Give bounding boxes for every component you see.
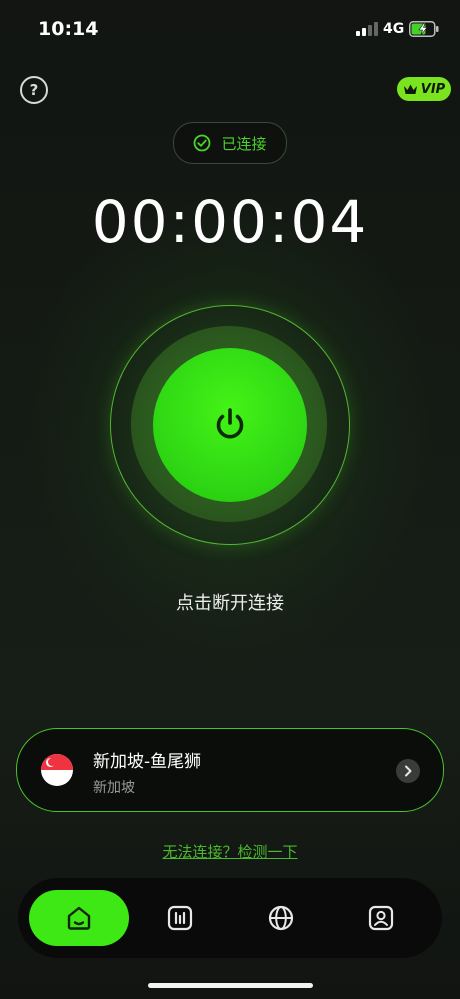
help-button[interactable]: ? — [20, 76, 48, 104]
singapore-flag-icon — [41, 754, 73, 786]
vip-button[interactable]: VIP — [397, 77, 451, 101]
power-icon — [216, 408, 244, 439]
signal-icon — [356, 22, 378, 36]
crown-icon — [403, 84, 417, 94]
connection-timer: 00:00:04 — [91, 188, 369, 256]
battery-icon — [409, 21, 439, 37]
home-indicator[interactable] — [148, 983, 313, 988]
power-button[interactable] — [153, 348, 307, 502]
tab-stats[interactable] — [130, 890, 230, 946]
question-icon: ? — [29, 81, 39, 99]
power-control — [100, 300, 360, 560]
connection-status-label: 已连接 — [221, 134, 267, 153]
tab-globe[interactable] — [231, 890, 331, 946]
connection-check-link[interactable]: 无法连接？检测一下 — [0, 841, 460, 862]
bottom-tab-bar — [18, 878, 442, 958]
server-name: 新加坡-鱼尾狮 — [93, 752, 202, 772]
chevron-right-icon[interactable] — [396, 759, 420, 783]
status-bar: 10:14 4G — [0, 0, 460, 60]
network-type: 4G — [383, 21, 405, 37]
server-selector[interactable]: 新加坡-鱼尾狮 新加坡 — [16, 728, 444, 812]
server-country: 新加坡 — [93, 780, 135, 796]
vip-label: VIP — [420, 81, 446, 97]
stats-icon — [167, 905, 193, 931]
tab-profile[interactable] — [331, 890, 431, 946]
status-time: 10:14 — [38, 18, 99, 40]
tab-home[interactable] — [29, 890, 129, 946]
profile-icon — [368, 905, 394, 931]
home-icon — [67, 906, 91, 930]
connection-status-badge: 已连接 — [173, 122, 287, 164]
app-screen: 10:14 4G ? VIP 已连接 00:00:04 点击断开连接 新加坡-鱼… — [0, 0, 460, 999]
globe-icon — [268, 905, 294, 931]
check-circle-icon — [194, 134, 211, 152]
disconnect-hint: 点击断开连接 — [176, 593, 284, 614]
